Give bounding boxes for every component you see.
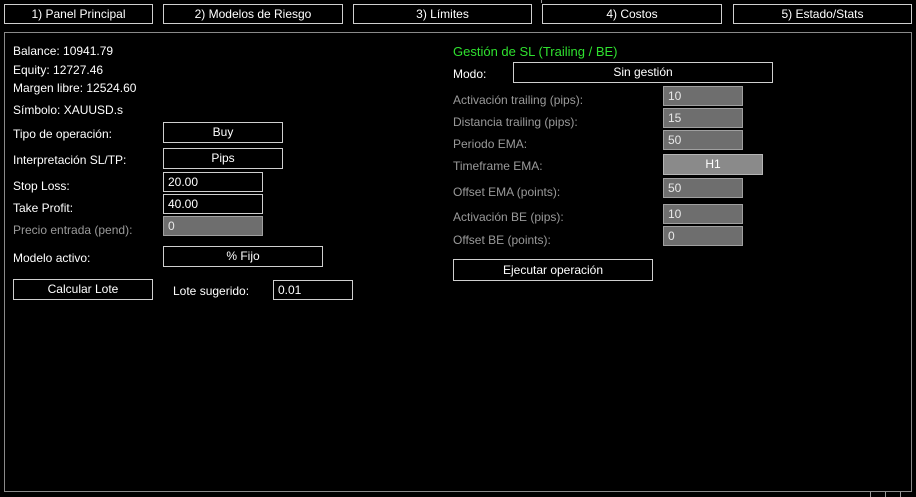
trailing-distance-input[interactable]: 15: [663, 108, 743, 128]
take-profit-label: Take Profit:: [13, 201, 74, 215]
execute-order-button[interactable]: Ejecutar operación: [453, 259, 653, 281]
trailing-activation-label: Activación trailing (pips):: [453, 93, 584, 107]
sltp-interp-button[interactable]: Pips: [163, 148, 283, 169]
sl-management-title: Gestión de SL (Trailing / BE): [453, 44, 618, 59]
tab-panel-principal[interactable]: 1) Panel Principal: [4, 4, 153, 24]
tab-limites[interactable]: 3) Límites: [353, 4, 532, 24]
take-profit-input[interactable]: 40.00: [163, 194, 263, 214]
free-margin-text: Margen libre: 12524.60: [13, 81, 137, 95]
active-model-label: Modelo activo:: [13, 251, 91, 265]
order-type-button[interactable]: Buy: [163, 122, 283, 143]
chart-tick: [541, 0, 542, 3]
entry-price-label: Precio entrada (pend):: [13, 223, 133, 237]
equity-text: Equity: 12727.46: [13, 63, 104, 77]
ema-offset-input[interactable]: 50: [663, 178, 743, 198]
ema-offset-label: Offset EMA (points):: [453, 185, 561, 199]
ema-timeframe-label: Timeframe EMA:: [453, 159, 543, 173]
trailing-activation-input[interactable]: 10: [663, 86, 743, 106]
be-offset-label: Offset BE (points):: [453, 233, 551, 247]
trailing-distance-label: Distancia trailing (pips):: [453, 115, 578, 129]
ema-period-label: Periodo EMA:: [453, 137, 528, 151]
sltp-interp-label: Interpretación SL/TP:: [13, 153, 127, 167]
chart-tick: [885, 492, 886, 497]
balance-text: Balance: 10941.79: [13, 44, 114, 58]
tab-estado-stats[interactable]: 5) Estado/Stats: [733, 4, 912, 24]
tab-costos[interactable]: 4) Costos: [542, 4, 722, 24]
stop-loss-input[interactable]: 20.00: [163, 172, 263, 192]
calculate-lot-button[interactable]: Calcular Lote: [13, 279, 153, 300]
chart-tick: [870, 492, 871, 497]
entry-price-input[interactable]: 0: [163, 216, 263, 236]
order-type-label: Tipo de operación:: [13, 127, 112, 141]
active-model-button[interactable]: % Fijo: [163, 246, 323, 267]
be-offset-input[interactable]: 0: [663, 226, 743, 246]
suggested-lot-label: Lote sugerido:: [173, 284, 250, 298]
mode-button[interactable]: Sin gestión: [513, 62, 773, 83]
suggested-lot-input[interactable]: 0.01: [273, 280, 353, 300]
be-activation-input[interactable]: 10: [663, 204, 743, 224]
mode-label: Modo:: [453, 67, 487, 81]
symbol-text: Símbolo: XAUUSD.s: [13, 103, 124, 117]
ema-timeframe-button[interactable]: H1: [663, 154, 763, 175]
be-activation-label: Activación BE (pips):: [453, 210, 564, 224]
stop-loss-label: Stop Loss:: [13, 179, 70, 193]
ema-period-input[interactable]: 50: [663, 130, 743, 150]
tab-modelos-riesgo[interactable]: 2) Modelos de Riesgo: [163, 4, 343, 24]
chart-tick: [900, 492, 901, 497]
